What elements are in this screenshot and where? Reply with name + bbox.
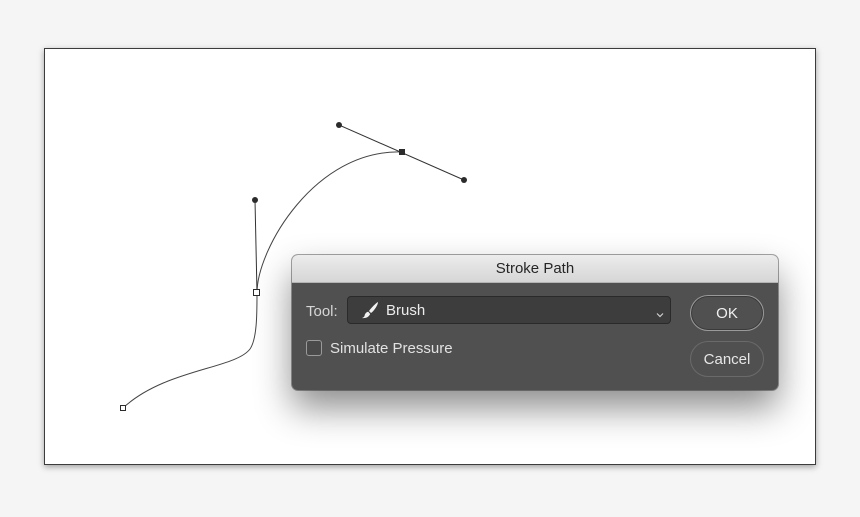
ok-button-label: OK [716, 304, 738, 322]
brush-icon [360, 300, 380, 320]
anchor-point-selected[interactable] [399, 149, 405, 155]
stroke-path-dialog: Stroke Path Tool: Brush OK Simulate Pres… [292, 255, 778, 390]
anchor-point[interactable] [120, 405, 126, 411]
simulate-pressure-label[interactable]: Simulate Pressure [330, 340, 453, 357]
cancel-button[interactable]: Cancel [690, 341, 764, 377]
tool-value: Brush [386, 301, 426, 319]
simulate-pressure-checkbox[interactable] [306, 340, 322, 356]
direction-handle-point[interactable] [336, 122, 342, 128]
dialog-titlebar[interactable]: Stroke Path [292, 255, 778, 283]
direction-handle-line [254, 199, 258, 294]
cancel-button-label: Cancel [703, 350, 751, 368]
tool-select[interactable]: Brush [347, 296, 671, 324]
ok-button[interactable]: OK [690, 295, 764, 331]
chevron-down-icon [656, 306, 664, 318]
direction-handle-point[interactable] [461, 177, 467, 183]
anchor-point[interactable] [253, 289, 260, 296]
dialog-title: Stroke Path [495, 260, 575, 277]
tool-label: Tool: [306, 303, 338, 320]
direction-handle-point[interactable] [252, 197, 258, 203]
